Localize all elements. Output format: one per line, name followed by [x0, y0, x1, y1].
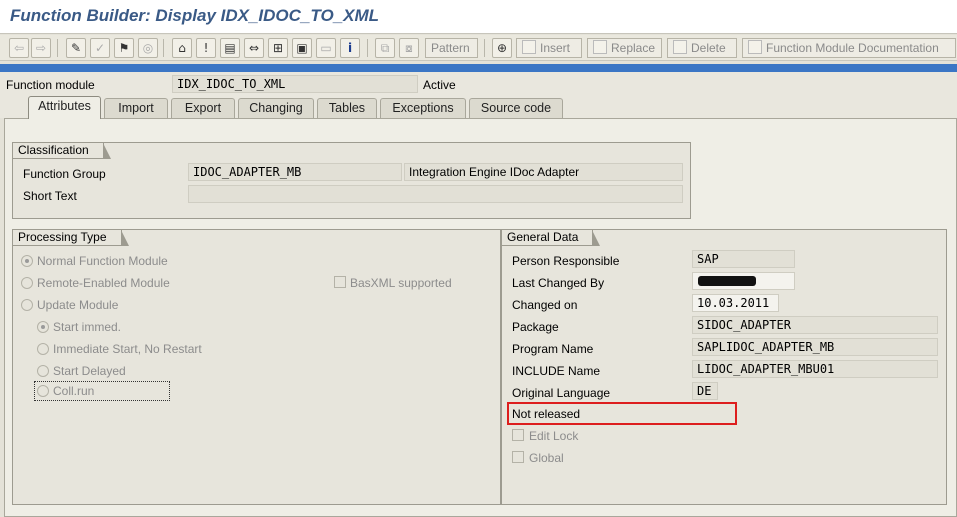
include-name-field[interactable]: LIDOC_ADAPTER_MBU01 [692, 360, 938, 378]
insert-button[interactable]: Insert [516, 38, 582, 58]
pattern-button[interactable]: Pattern [425, 38, 478, 58]
short-text-field[interactable] [188, 185, 683, 203]
normal-function-module-radio[interactable] [21, 255, 33, 267]
immediate-no-restart-label: Immediate Start, No Restart [53, 342, 202, 356]
function-group-description: Integration Engine IDoc Adapter [404, 163, 683, 181]
replace-label: Replace [611, 41, 656, 55]
edit-lock-label: Edit Lock [529, 429, 579, 443]
window-title: Function Builder: Display IDX_IDOC_TO_XM… [10, 6, 380, 25]
display-object-list-icon[interactable]: ! [196, 38, 216, 58]
navigation-window-icon[interactable]: ▤ [220, 38, 240, 58]
normal-function-module-label: Normal Function Module [37, 254, 168, 268]
function-group-field[interactable]: IDOC_ADAPTER_MB [188, 163, 402, 181]
coll-run-radio[interactable] [37, 385, 49, 397]
tab-source-code[interactable]: Source code [469, 98, 563, 118]
package-field[interactable]: SIDOC_ADAPTER [692, 316, 938, 334]
delete-icon [673, 40, 687, 54]
print-icon[interactable]: ▣ [292, 38, 312, 58]
tab-strip: Attributes Import Export Changing Tables… [0, 96, 957, 119]
general-data-title: General Data [501, 229, 601, 246]
toolbar-separator [367, 39, 368, 57]
program-name-label: Program Name [512, 342, 594, 356]
documentation-icon [748, 40, 762, 54]
start-delayed-radio[interactable] [37, 365, 49, 377]
start-immed-radio[interactable] [37, 321, 49, 333]
copy-icon[interactable]: ⧉ [375, 38, 395, 58]
start-immed-label: Start immed. [53, 320, 122, 334]
other-object-icon[interactable]: ✎ [66, 38, 86, 58]
include-name-label: INCLUDE Name [512, 364, 601, 378]
global-label: Global [529, 451, 564, 465]
function-module-field[interactable]: IDX_IDOC_TO_XML [172, 75, 418, 93]
header-band [0, 64, 957, 72]
update-module-label: Update Module [37, 298, 119, 312]
paste-icon[interactable]: ⧇ [399, 38, 419, 58]
short-text-label: Short Text [23, 189, 77, 203]
last-changed-by-label: Last Changed By [512, 276, 605, 290]
remote-enabled-module-radio[interactable] [21, 277, 33, 289]
back-icon[interactable]: ⇦ [9, 38, 29, 58]
documentation-label: Function Module Documentation [766, 41, 939, 55]
delete-button[interactable]: Delete [667, 38, 737, 58]
title-bar: Function Builder: Display IDX_IDOC_TO_XM… [0, 0, 957, 34]
original-language-field[interactable]: DE [692, 382, 718, 400]
attributes-panel: Classification Function Group IDOC_ADAPT… [4, 118, 957, 517]
tab-import[interactable]: Import [104, 98, 168, 118]
enhance-icon[interactable]: ⇔ [244, 38, 264, 58]
function-module-documentation-button[interactable]: Function Module Documentation [742, 38, 956, 58]
redaction-mark [698, 276, 756, 286]
edit-lock-checkbox[interactable] [512, 429, 524, 441]
tab-exceptions[interactable]: Exceptions [380, 98, 466, 118]
update-module-radio[interactable] [21, 299, 33, 311]
classification-title: Classification [12, 142, 111, 159]
block-icon[interactable]: ⊕ [492, 38, 512, 58]
start-delayed-label: Start Delayed [53, 364, 126, 378]
processing-type-group: Processing Type Normal Function Module R… [12, 229, 501, 505]
tab-attributes[interactable]: Attributes [28, 96, 101, 119]
toolbar-separator [484, 39, 485, 57]
basxml-label: BasXML supported [350, 276, 452, 290]
toolbar-separator [163, 39, 164, 57]
highlight-box [507, 402, 737, 425]
insert-label: Insert [540, 41, 571, 55]
coll-run-label: Coll.run [53, 384, 95, 398]
info-icon[interactable]: i [340, 38, 360, 58]
where-used-icon[interactable]: ⌂ [172, 38, 192, 58]
remote-enabled-module-label: Remote-Enabled Module [37, 276, 170, 290]
general-data-group: General Data Person Responsible SAP Last… [501, 229, 947, 505]
replace-button[interactable]: Replace [587, 38, 662, 58]
check-icon[interactable]: ✓ [90, 38, 110, 58]
immediate-no-restart-radio[interactable] [37, 343, 49, 355]
delete-label: Delete [691, 41, 726, 55]
application-toolbar: ⇦ ⇨ ✎ ✓ ⚑ ◎ ⌂ ! ▤ ⇔ ⊞ ▣ ▭ i ⧉ ⧇ Pattern … [0, 35, 957, 61]
tab-tables[interactable]: Tables [317, 98, 377, 118]
changed-on-label: Changed on [512, 298, 578, 312]
function-module-label: Function module [6, 78, 95, 92]
function-group-label: Function Group [23, 167, 106, 181]
changed-on-field[interactable]: 10.03.2011 [692, 294, 779, 312]
processing-type-title: Processing Type [12, 229, 128, 246]
global-checkbox[interactable] [512, 451, 524, 463]
person-responsible-field[interactable]: SAP [692, 250, 795, 268]
package-label: Package [512, 320, 559, 334]
tab-changing[interactable]: Changing [238, 98, 314, 118]
tab-export[interactable]: Export [171, 98, 235, 118]
original-language-label: Original Language [512, 386, 611, 400]
hierarchy-icon[interactable]: ⊞ [268, 38, 288, 58]
classification-group: Classification Function Group IDOC_ADAPT… [12, 142, 691, 219]
screen-icon[interactable]: ▭ [316, 38, 336, 58]
activate-icon[interactable]: ⚑ [114, 38, 134, 58]
person-responsible-label: Person Responsible [512, 254, 620, 268]
toolbar-separator [57, 39, 58, 57]
insert-icon [522, 40, 536, 54]
test-icon[interactable]: ◎ [138, 38, 158, 58]
program-name-field[interactable]: SAPLIDOC_ADAPTER_MB [692, 338, 938, 356]
basxml-checkbox[interactable] [334, 276, 346, 288]
status-text: Active [423, 78, 456, 92]
replace-icon [593, 40, 607, 54]
forward-icon[interactable]: ⇨ [31, 38, 51, 58]
